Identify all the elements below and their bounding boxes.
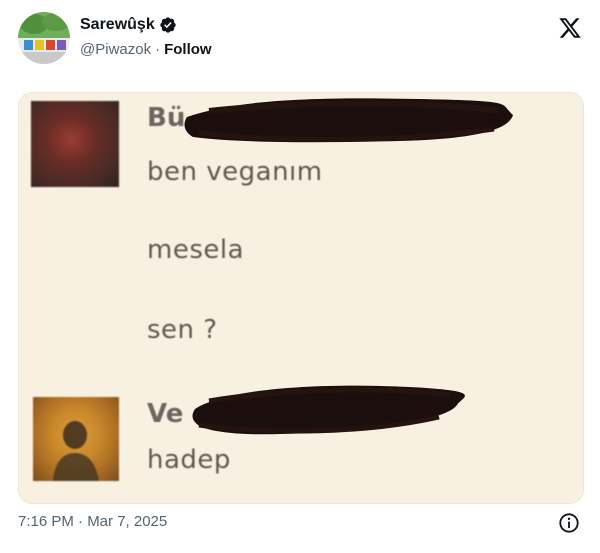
message-1-line-3: sen ? <box>147 315 218 345</box>
tweet-timestamp[interactable]: 7:16 PM · Mar 7, 2025 <box>18 513 167 530</box>
author-name-row: Sarewûşk <box>80 16 177 34</box>
tweet-header: Sarewûşk @Piwazok · Follow <box>18 12 584 68</box>
redaction-scribble-1 <box>184 98 514 143</box>
avatar-image <box>18 12 70 64</box>
message-1-line-2: mesela <box>147 235 245 265</box>
redaction-scribble-2 <box>192 385 465 435</box>
verified-badge-icon <box>160 17 176 33</box>
sender-2-figure <box>53 421 99 481</box>
author-handle-row: @Piwazok · Follow <box>80 41 212 58</box>
sender-1-thumbnail <box>31 101 119 187</box>
tweet-media-image[interactable]: Bü ben veganım mesela sen ? Ve hadep <box>18 92 584 504</box>
message-1-line-1: ben veganım <box>147 157 323 187</box>
author-handle[interactable]: @Piwazok <box>80 41 151 58</box>
author-avatar[interactable] <box>18 12 70 64</box>
sender-2-name: Ve <box>147 399 184 429</box>
sender-2-thumbnail <box>33 397 119 481</box>
handle-separator: · <box>155 41 161 58</box>
follow-button[interactable]: Follow <box>164 41 212 58</box>
x-logo-icon[interactable] <box>558 16 582 40</box>
info-icon[interactable] <box>558 512 580 534</box>
author-display-name[interactable]: Sarewûşk <box>80 16 155 34</box>
message-2-line-1: hadep <box>147 445 231 475</box>
